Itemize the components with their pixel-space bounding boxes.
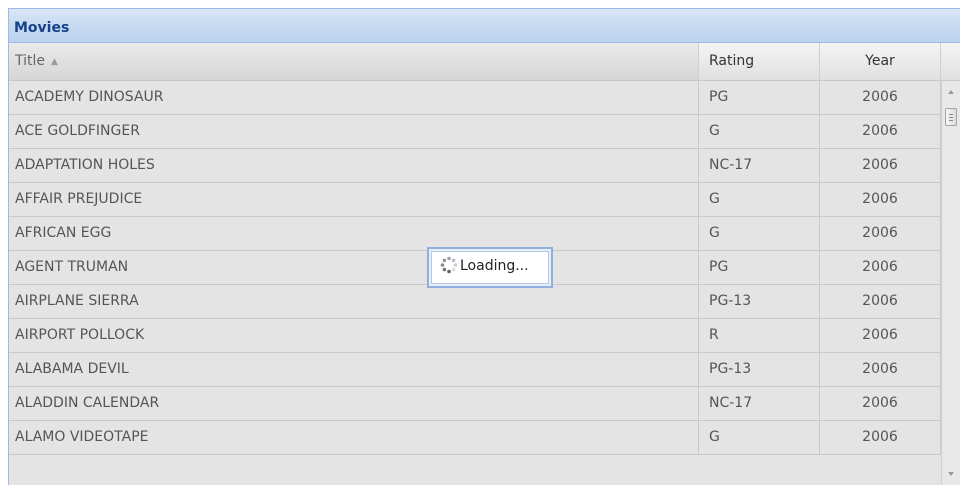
cell-rating: G <box>699 115 820 148</box>
cell-title: ALAMO VIDEOTAPE <box>9 421 699 454</box>
scroll-thumb[interactable] <box>945 108 957 126</box>
cell-title: AFFAIR PREJUDICE <box>9 183 699 216</box>
cell-title: ADAPTATION HOLES <box>9 149 699 182</box>
panel-title: Movies <box>9 9 960 43</box>
table-row[interactable]: AIRPLANE SIERRA PG-13 2006 <box>9 285 941 319</box>
cell-rating: PG <box>699 81 820 114</box>
cell-year: 2006 <box>820 387 941 420</box>
cell-rating: R <box>699 319 820 352</box>
table-row[interactable]: AFFAIR PREJUDICE G 2006 <box>9 183 941 217</box>
cell-title: ACADEMY DINOSAUR <box>9 81 699 114</box>
cell-title: AGENT TRUMAN <box>9 251 699 284</box>
grid-header: Title ▲ Rating Year <box>9 43 960 81</box>
table-row[interactable]: ACE GOLDFINGER G 2006 <box>9 115 941 149</box>
cell-rating: G <box>699 421 820 454</box>
column-header-year[interactable]: Year <box>820 43 941 80</box>
cell-year: 2006 <box>820 183 941 216</box>
cell-rating: PG <box>699 251 820 284</box>
loading-message: Loading... <box>431 251 549 284</box>
cell-rating: G <box>699 217 820 250</box>
sort-ascending-icon: ▲ <box>51 57 58 67</box>
cell-year: 2006 <box>820 115 941 148</box>
cell-rating: G <box>699 183 820 216</box>
table-row[interactable]: AFRICAN EGG G 2006 <box>9 217 941 251</box>
cell-year: 2006 <box>820 217 941 250</box>
table-row[interactable]: ACADEMY DINOSAUR PG 2006 <box>9 81 941 115</box>
cell-year: 2006 <box>820 319 941 352</box>
table-row[interactable]: ADAPTATION HOLES NC-17 2006 <box>9 149 941 183</box>
column-header-rating[interactable]: Rating <box>699 43 820 80</box>
table-row[interactable]: ALAMO VIDEOTAPE G 2006 <box>9 421 941 455</box>
cell-year: 2006 <box>820 353 941 386</box>
cell-rating: NC-17 <box>699 149 820 182</box>
cell-title: ACE GOLDFINGER <box>9 115 699 148</box>
cell-year: 2006 <box>820 421 941 454</box>
cell-rating: NC-17 <box>699 387 820 420</box>
cell-year: 2006 <box>820 81 941 114</box>
cell-year: 2006 <box>820 149 941 182</box>
column-header-title[interactable]: Title ▲ <box>9 43 699 80</box>
cell-title: AIRPORT POLLOCK <box>9 319 699 352</box>
cell-rating: PG-13 <box>699 285 820 318</box>
table-row[interactable]: AIRPORT POLLOCK R 2006 <box>9 319 941 353</box>
table-row[interactable]: ALADDIN CALENDAR NC-17 2006 <box>9 387 941 421</box>
loading-mask: Loading... <box>427 247 553 288</box>
scroll-down-arrow-icon[interactable] <box>948 472 954 476</box>
loading-text: Loading... <box>460 258 529 274</box>
loading-spinner-icon <box>440 256 458 274</box>
cell-title: AIRPLANE SIERRA <box>9 285 699 318</box>
cell-rating: PG-13 <box>699 353 820 386</box>
cell-year: 2006 <box>820 285 941 318</box>
cell-title: ALABAMA DEVIL <box>9 353 699 386</box>
movies-panel: Movies Title ▲ Rating Year ACADEMY DINOSA… <box>8 8 960 485</box>
vertical-scrollbar[interactable] <box>941 81 960 485</box>
scroll-up-arrow-icon[interactable] <box>948 90 954 94</box>
column-header-title-label: Title <box>15 53 46 69</box>
cell-year: 2006 <box>820 251 941 284</box>
cell-title: AFRICAN EGG <box>9 217 699 250</box>
table-row[interactable]: ALABAMA DEVIL PG-13 2006 <box>9 353 941 387</box>
cell-title: ALADDIN CALENDAR <box>9 387 699 420</box>
